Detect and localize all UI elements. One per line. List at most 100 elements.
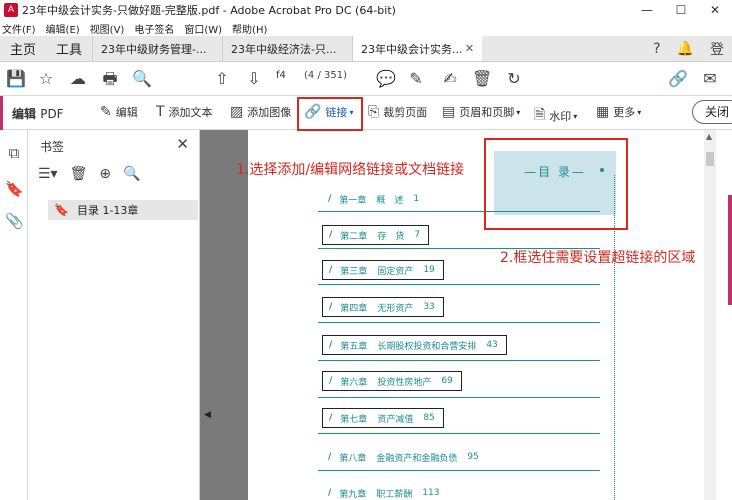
mail-icon[interactable]: ✉: [700, 69, 720, 89]
close-panel-icon[interactable]: ✕: [176, 135, 189, 153]
add-image-button[interactable]: ▨ 添加图像: [230, 104, 291, 120]
bookmark-panel-title: 书签: [40, 140, 65, 154]
more-icon: ▦: [596, 104, 610, 120]
left-icon-rail: ⧉ 🔖 📎: [0, 130, 28, 500]
toc-title: 金融资产和金融负债: [376, 453, 458, 464]
cloud-upload-icon[interactable]: ☁: [68, 69, 88, 89]
toc-entry[interactable]: / 第九章 职工薪酬 113: [328, 483, 440, 500]
close-edit-button[interactable]: 关闭: [692, 100, 732, 124]
toc-chapter: 第六章: [340, 377, 368, 388]
close-tab-icon[interactable]: ✕: [465, 42, 474, 55]
toc-title: 固定资产: [377, 266, 414, 277]
header-footer-label: 页眉和页脚: [459, 106, 515, 119]
notification-bell-icon[interactable]: 🔔: [677, 41, 694, 57]
acrobat-app-icon: A: [4, 3, 18, 17]
sign-icon[interactable]: ✍: [440, 69, 460, 89]
toc-chapter: 第五章: [340, 341, 368, 352]
rotate-icon[interactable]: ↻: [504, 69, 524, 89]
page-down-icon[interactable]: ⇩: [244, 69, 264, 89]
toc-chapter: 第九章: [339, 489, 367, 500]
toc-underline: [318, 284, 600, 285]
menu-file[interactable]: 文件(F): [2, 21, 36, 36]
toc-entry[interactable]: / 第二章 存 货 7: [322, 225, 430, 245]
star-icon[interactable]: ☆: [36, 69, 56, 89]
comment-icon[interactable]: 💬: [376, 69, 396, 89]
save-icon[interactable]: 💾: [6, 69, 26, 89]
bookmark-item[interactable]: 🔖 目录 1-13章: [48, 200, 198, 220]
minimize-button[interactable]: —: [630, 0, 664, 20]
link-share-icon[interactable]: 🔗: [668, 69, 688, 89]
options-menu-icon[interactable]: ☰▾: [38, 166, 58, 182]
toc-slash: /: [329, 302, 333, 312]
highlight-pen-icon[interactable]: ✎: [406, 69, 426, 89]
tab-tools[interactable]: 工具: [46, 36, 92, 61]
header-footer-icon: ▤: [442, 104, 456, 120]
maximize-button[interactable]: ☐: [664, 0, 698, 20]
toc-page: 1: [413, 194, 420, 204]
title-bar: A 23年中级会计实务-只做好题-完整版.pdf - Adobe Acrobat…: [0, 0, 732, 20]
chevron-down-icon: ▾: [516, 107, 521, 117]
search-bookmark-icon[interactable]: 🔍: [123, 166, 140, 182]
close-window-button[interactable]: ✕: [698, 0, 732, 20]
toc-entry[interactable]: / 第一章 概 述 1: [328, 189, 419, 209]
header-footer-button[interactable]: ▤ 页眉和页脚 ▾: [442, 104, 520, 120]
new-bookmark-icon[interactable]: ⊕: [99, 166, 111, 182]
edit-tool-button[interactable]: ✎ 编辑: [100, 104, 138, 120]
more-button[interactable]: ▦ 更多 ▾: [596, 104, 641, 120]
vertical-scrollbar[interactable]: ▲: [704, 130, 716, 500]
toc-title: 资产减值: [377, 414, 414, 425]
doc-tab-financial[interactable]: 23年中级财务管理-...: [92, 36, 222, 61]
sign-in-icon[interactable]: 登: [710, 39, 724, 59]
zoom-search-icon[interactable]: 🔍: [132, 69, 152, 89]
toc-chapter: 第一章: [339, 195, 367, 206]
page-up-icon[interactable]: ⇧: [212, 69, 232, 89]
document-area: ◀ ▶: [200, 130, 732, 500]
menu-edit[interactable]: 编辑(E): [46, 21, 80, 36]
toc-entry[interactable]: / 第六章 投资性房地产 69: [322, 371, 462, 391]
page-number-input[interactable]: f4: [276, 70, 286, 81]
toc-entry[interactable]: / 第五章 长期股权投资和合营安排 43: [322, 335, 507, 355]
edit-pdf-label: 编辑 PDF: [12, 105, 64, 122]
menu-esign[interactable]: 电子签名: [134, 21, 174, 36]
toc-title: 投资性房地产: [377, 377, 432, 388]
pages-icon[interactable]: ⧉: [5, 144, 23, 162]
watermark-button[interactable]: 🗎 水印 ▾: [534, 104, 577, 128]
print-icon[interactable]: 🖶: [100, 69, 120, 89]
doc-tab-accounting[interactable]: 23年中级会计实务... ✕: [352, 36, 483, 61]
toc-chapter: 第四章: [340, 303, 368, 314]
scroll-thumb[interactable]: [706, 152, 714, 166]
toc-slash: /: [329, 265, 333, 275]
toc-underline: [318, 322, 600, 323]
add-image-label: 添加图像: [247, 106, 292, 119]
toc-underline: [318, 433, 600, 434]
toc-title: 概 述: [376, 195, 404, 206]
doc-tab-label: 23年中级财务管理-...: [101, 42, 207, 56]
doc-tab-economic-law[interactable]: 23年中级经济法-只...: [222, 36, 352, 61]
delete-bookmark-icon[interactable]: 🗑: [70, 166, 88, 182]
attachment-icon[interactable]: 📎: [5, 212, 24, 230]
scroll-up-icon[interactable]: ▲: [706, 132, 712, 141]
toc-page: 7: [414, 230, 421, 240]
tab-home[interactable]: 主页: [0, 36, 46, 61]
toc-title: 职工薪酬: [376, 489, 413, 500]
bookmark-icon[interactable]: 🔖: [5, 180, 24, 198]
crop-page-button[interactable]: ⎘ 裁剪页面: [368, 104, 427, 120]
menu-help[interactable]: 帮助(H): [232, 21, 267, 36]
pdf-page[interactable]: [248, 130, 706, 500]
toc-slash: /: [329, 376, 333, 386]
toc-page: 95: [467, 452, 479, 462]
text-t-icon: T: [156, 104, 165, 120]
collapse-left-icon[interactable]: ◀: [204, 410, 211, 420]
toc-entry[interactable]: / 第八章 金融资产和金融负债 95: [328, 447, 479, 467]
help-icon[interactable]: ?: [653, 41, 660, 57]
delete-icon[interactable]: 🗑: [472, 69, 492, 89]
toc-entry[interactable]: / 第七章 资产减值 85: [322, 408, 444, 428]
add-text-button[interactable]: T 添加文本: [156, 104, 213, 120]
bookmark-tools: ☰▾ 🗑 ⊕ 🔍: [38, 166, 153, 182]
toc-entry[interactable]: / 第四章 无形资产 33: [322, 297, 444, 317]
menu-window[interactable]: 窗口(W): [184, 21, 222, 36]
toc-entry[interactable]: / 第三章 固定资产 19: [322, 260, 444, 280]
crop-label: 裁剪页面: [383, 106, 428, 119]
add-text-label: 添加文本: [168, 106, 213, 119]
menu-view[interactable]: 视图(V): [90, 21, 125, 36]
